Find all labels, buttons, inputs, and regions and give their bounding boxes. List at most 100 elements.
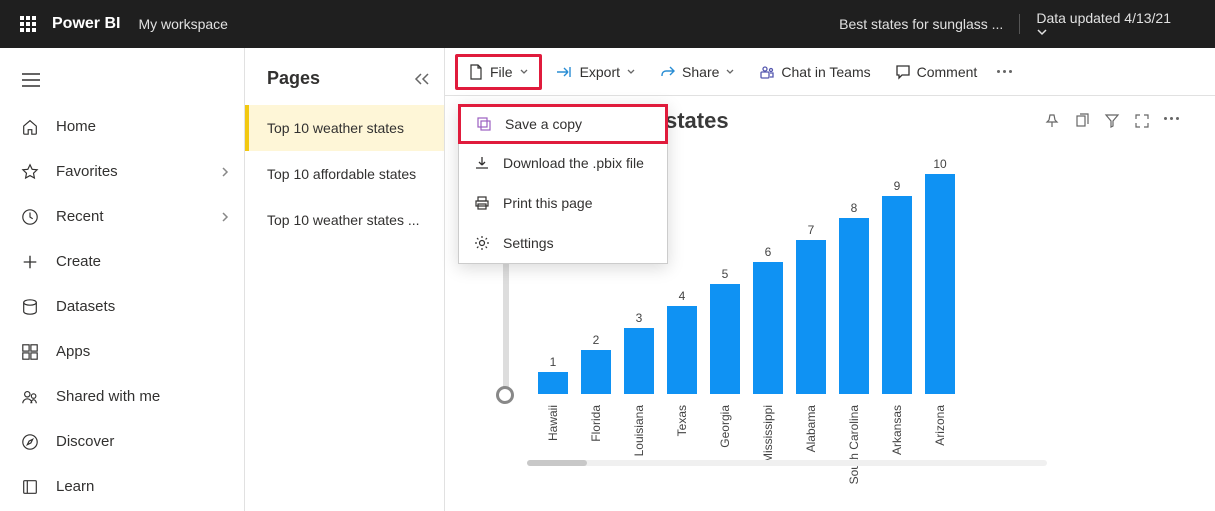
app-launcher-button[interactable] — [8, 16, 48, 32]
bar-rect — [882, 196, 912, 394]
nav-label: Recent — [56, 208, 104, 225]
scrollbar-thumb[interactable] — [527, 460, 587, 466]
menu-print[interactable]: Print this page — [459, 183, 667, 223]
chart-bar[interactable]: 8 — [836, 201, 872, 394]
nav-apps[interactable]: Apps — [0, 329, 244, 374]
menu-settings[interactable]: Settings — [459, 223, 667, 263]
clock-icon — [20, 207, 40, 227]
chart-bar[interactable]: 1 — [535, 355, 571, 394]
menu-save-copy[interactable]: Save a copy — [458, 104, 668, 144]
chevron-down-icon — [725, 67, 735, 77]
nav-favorites[interactable]: Favorites — [0, 149, 244, 194]
bar-rect — [753, 262, 783, 394]
chat-teams-button[interactable]: Chat in Teams — [749, 54, 880, 90]
plus-icon — [20, 252, 40, 272]
pin-icon[interactable] — [1044, 113, 1060, 129]
double-chevron-left-icon — [414, 72, 430, 86]
chart-bar[interactable]: 10 — [922, 157, 958, 394]
page-label: Top 10 affordable states — [267, 166, 416, 182]
page-tab[interactable]: Top 10 affordable states — [245, 151, 444, 197]
export-icon — [556, 65, 574, 79]
file-label: File — [490, 64, 513, 80]
apps-icon — [20, 342, 40, 362]
bar-value-label: 3 — [636, 311, 643, 325]
nav-home[interactable]: Home — [0, 104, 244, 149]
chart-bar[interactable]: 5 — [707, 267, 743, 394]
workspace-name[interactable]: My workspace — [138, 16, 227, 32]
global-header: Power BI My workspace Best states for su… — [0, 0, 1215, 48]
bar-value-label: 1 — [550, 355, 557, 369]
export-menu-button[interactable]: Export — [546, 54, 646, 90]
toolbar-more-button[interactable] — [997, 70, 1012, 73]
chart-bar[interactable]: 2 — [578, 333, 614, 394]
chevron-right-icon — [220, 167, 230, 177]
y-axis-slider-handle-bottom[interactable] — [496, 386, 514, 404]
bar-value-label: 6 — [765, 245, 772, 259]
gear-icon — [473, 234, 491, 252]
menu-download-pbix[interactable]: Download the .pbix file — [459, 143, 667, 183]
chart-bar[interactable]: 6 — [750, 245, 786, 394]
nav-recent[interactable]: Recent — [0, 194, 244, 239]
bar-value-label: 4 — [679, 289, 686, 303]
discover-icon — [20, 432, 40, 452]
page-tab[interactable]: Top 10 weather states — [245, 105, 444, 151]
home-icon — [20, 117, 40, 137]
nav-label: Home — [56, 118, 96, 135]
bar-rect — [624, 328, 654, 394]
visual-more-button[interactable] — [1164, 113, 1179, 129]
bar-value-label: 2 — [593, 333, 600, 347]
datasets-icon — [20, 297, 40, 317]
comment-button[interactable]: Comment — [885, 54, 988, 90]
bar-rect — [925, 174, 955, 394]
report-title[interactable]: Best states for sunglass ... — [839, 16, 1003, 32]
chevron-down-icon — [1036, 26, 1177, 38]
bar-rect — [667, 306, 697, 394]
data-updated-label: Data updated 4/13/21 — [1036, 10, 1171, 26]
menu-label: Settings — [503, 235, 554, 251]
nav-label: Learn — [56, 478, 94, 495]
bar-rect — [710, 284, 740, 394]
focus-icon[interactable] — [1134, 113, 1150, 129]
chart-bar[interactable]: 7 — [793, 223, 829, 394]
nav-collapse-button[interactable] — [0, 56, 244, 104]
nav-label: Create — [56, 253, 101, 270]
nav-create[interactable]: Create — [0, 239, 244, 284]
nav-label: Shared with me — [56, 388, 160, 405]
nav-shared[interactable]: Shared with me — [0, 374, 244, 419]
page-tab[interactable]: Top 10 weather states ... — [245, 197, 444, 243]
bar-value-label: 9 — [894, 179, 901, 193]
file-icon — [468, 64, 484, 80]
filter-icon[interactable] — [1104, 113, 1120, 129]
chevron-right-icon — [220, 212, 230, 222]
bar-value-label: 8 — [851, 201, 858, 215]
report-toolbar: File Save a copy Download the .pbix file… — [445, 48, 1215, 96]
chart-bar[interactable]: 9 — [879, 179, 915, 394]
save-copy-icon — [475, 115, 493, 133]
bar-value-label: 5 — [722, 267, 729, 281]
file-menu-button[interactable]: File Save a copy Download the .pbix file… — [455, 54, 542, 90]
pages-panel-title: Pages — [267, 68, 320, 89]
bar-rect — [839, 218, 869, 394]
share-menu-button[interactable]: Share — [650, 54, 745, 90]
collapse-pages-button[interactable] — [414, 72, 430, 86]
bar-rect — [581, 350, 611, 394]
learn-icon — [20, 477, 40, 497]
nav-label: Discover — [56, 433, 114, 450]
page-label: Top 10 weather states ... — [267, 212, 420, 228]
vertical-divider — [1019, 14, 1020, 34]
nav-learn[interactable]: Learn — [0, 464, 244, 509]
chart-bar[interactable]: 3 — [621, 311, 657, 394]
nav-datasets[interactable]: Datasets — [0, 284, 244, 329]
print-icon — [473, 194, 491, 212]
nav-label: Apps — [56, 343, 90, 360]
data-updated-dropdown[interactable]: Data updated 4/13/21 — [1036, 10, 1177, 38]
shared-icon — [20, 387, 40, 407]
comment-icon — [895, 64, 911, 80]
copy-icon[interactable] — [1074, 113, 1090, 129]
nav-label: Favorites — [56, 163, 118, 180]
visual-header-actions — [1044, 113, 1179, 129]
chart-horizontal-scrollbar[interactable] — [527, 460, 1047, 466]
nav-discover[interactable]: Discover — [0, 419, 244, 464]
chart-bar[interactable]: 4 — [664, 289, 700, 394]
star-icon — [20, 162, 40, 182]
